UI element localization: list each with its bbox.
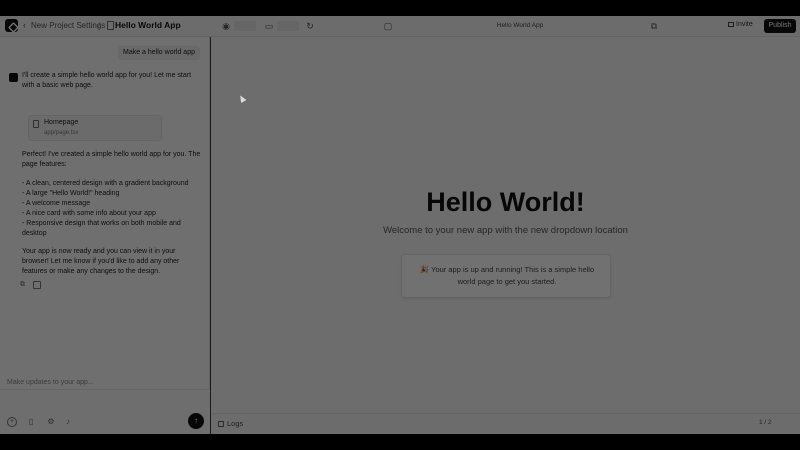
feedback-icon[interactable] [33, 281, 41, 289]
composer: Make updates to your app... + ▯ ⚙ ♪ ↑ [0, 379, 210, 434]
user-message: Make a hello world app [118, 46, 200, 60]
preview-pane: Hello World! Welcome to your new app wit… [211, 37, 800, 413]
invite-icon [728, 21, 734, 27]
file-icon [33, 120, 39, 128]
info-card: 🎉 Your app is up and running! This is a … [401, 254, 611, 298]
add-icon[interactable]: + [7, 417, 17, 427]
list-item: - A large "Hello World!" heading [22, 190, 120, 197]
publish-button[interactable]: Publish [764, 19, 796, 33]
bottom-bar: Logs 1 / 2 [211, 413, 800, 434]
invite-button[interactable]: Invite [728, 21, 753, 28]
logs-label: Logs [227, 419, 244, 428]
pager[interactable]: 1 / 2 [759, 419, 772, 426]
refresh-icon[interactable]: ↻ [304, 20, 316, 32]
file-icon [107, 21, 114, 30]
breadcrumb-parent[interactable]: New Project Settings [31, 21, 105, 30]
assistant-avatar [9, 73, 18, 82]
send-icon[interactable]: ↑ [188, 413, 204, 429]
composer-input[interactable]: Make updates to your app... [7, 379, 94, 386]
assistant-summary: Perfect! I've created a simple hello wor… [22, 151, 201, 168]
page-subtitle: Welcome to your new app with the new dro… [383, 225, 628, 236]
sidebar-toggle-icon[interactable]: ‹ [23, 20, 26, 30]
assistant-closing: Your app is now ready and you can view i… [22, 248, 180, 275]
page-icon: ▢ [383, 21, 393, 31]
logo-icon[interactable] [5, 19, 18, 32]
device-toggle-group[interactable] [277, 21, 299, 31]
settings-icon[interactable]: ⚙ [46, 417, 56, 427]
eye-icon[interactable]: ◉ [220, 20, 232, 32]
top-bar: ‹ New Project Settings / Hello World App… [0, 16, 800, 37]
page-title: Hello World! [426, 187, 585, 217]
chat-icon[interactable]: ▭ [263, 20, 275, 32]
file-card[interactable]: Homepage app/page.tsx [28, 115, 162, 141]
list-item: - A clean, centered design with a gradie… [22, 180, 189, 187]
breadcrumb-separator: / [98, 21, 101, 30]
list-item: - A nice card with some info about your … [22, 210, 156, 217]
logs-icon [218, 421, 224, 428]
attach-icon[interactable]: ▯ [26, 417, 36, 427]
star-icon[interactable]: ☆ [170, 20, 177, 29]
file-card-path: app/page.tsx [44, 130, 79, 136]
chat-panel: Make a hello world app I'll create a sim… [0, 37, 210, 434]
logs-button[interactable]: Logs [218, 419, 243, 428]
new-tab-icon[interactable]: ⧉ [648, 20, 660, 32]
view-toggle-group[interactable] [234, 21, 256, 31]
app-window: ‹ New Project Settings / Hello World App… [0, 16, 800, 434]
feature-list: - A clean, centered design with a gradie… [22, 179, 202, 239]
invite-label: Invite [736, 21, 753, 28]
info-card-text: 🎉 Your app is up and running! This is a … [419, 265, 595, 286]
assistant-intro: I'll create a simple hello world app for… [22, 72, 192, 89]
file-card-title: Homepage [44, 119, 79, 126]
list-item: - A welcome message [22, 200, 91, 207]
copy-icon[interactable]: ⧉ [20, 281, 28, 289]
list-item: - Responsive design that works on both m… [22, 220, 181, 237]
url-bar[interactable]: Hello World App [460, 22, 580, 29]
mic-icon[interactable]: ♪ [63, 417, 73, 427]
